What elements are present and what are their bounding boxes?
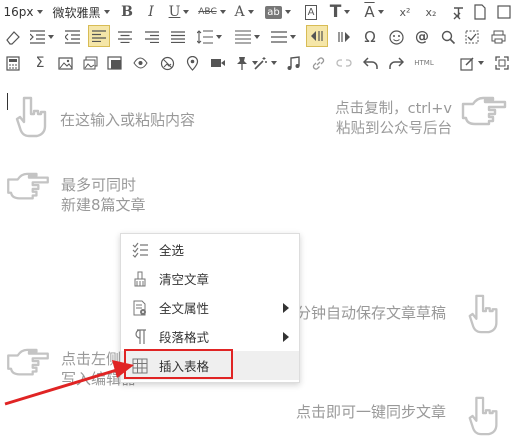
annotation-arrow bbox=[4, 360, 134, 406]
